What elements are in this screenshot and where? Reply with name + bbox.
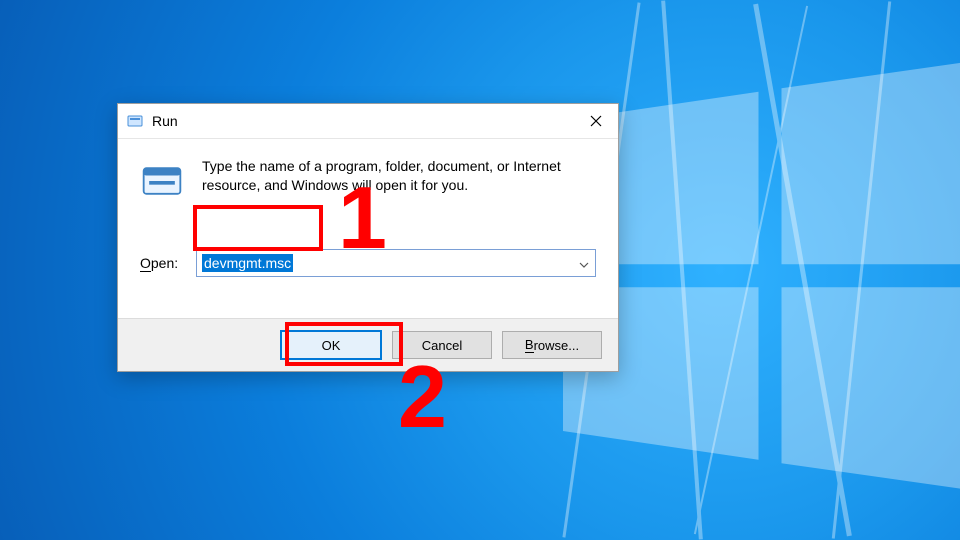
dialog-footer: OK Cancel Browse... xyxy=(118,318,618,371)
close-icon xyxy=(590,115,602,127)
run-icon-large xyxy=(140,159,184,203)
close-button[interactable] xyxy=(573,104,618,138)
open-combobox[interactable]: devmgmt.msc xyxy=(196,249,596,277)
browse-button[interactable]: Browse... xyxy=(502,331,602,359)
run-dialog: Run Type the name of a program, folder, … xyxy=(117,103,619,372)
chevron-down-icon[interactable] xyxy=(579,255,589,271)
ok-button[interactable]: OK xyxy=(280,330,382,360)
window-title: Run xyxy=(152,113,178,129)
titlebar[interactable]: Run xyxy=(118,104,618,139)
open-label: Open: xyxy=(140,255,196,271)
open-input-value[interactable]: devmgmt.msc xyxy=(202,254,293,272)
run-icon-small xyxy=(126,112,144,130)
dialog-description: Type the name of a program, folder, docu… xyxy=(202,157,596,305)
cancel-button[interactable]: Cancel xyxy=(392,331,492,359)
